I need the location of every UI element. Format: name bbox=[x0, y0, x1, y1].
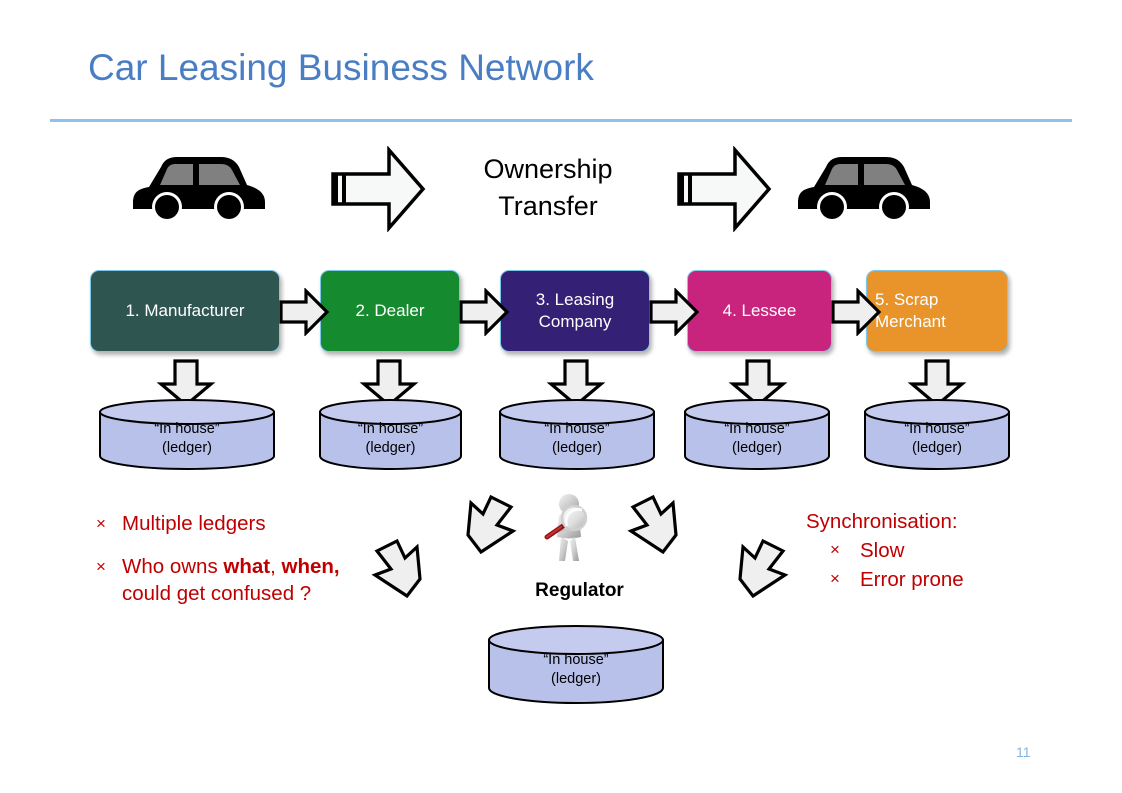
car-icon bbox=[127, 145, 269, 230]
bullet-marker: × bbox=[96, 557, 106, 576]
issue-text-part-bold: what bbox=[223, 555, 271, 578]
sync-heading: Synchronisation: bbox=[806, 510, 958, 533]
chain-arrow-icon bbox=[830, 287, 882, 341]
person-with-magnifier-icon bbox=[537, 493, 597, 565]
regulator-label: Regulator bbox=[535, 580, 624, 601]
title-divider bbox=[50, 119, 1072, 122]
ledger-cylinder bbox=[98, 398, 276, 475]
issue-text-part: , bbox=[270, 555, 282, 578]
ownership-transfer-label: Ownership Transfer bbox=[448, 151, 648, 225]
list-item: × Multiple ledgers bbox=[96, 510, 346, 537]
page-number: 11 bbox=[1016, 744, 1031, 760]
party-label: 1. Manufacturer bbox=[125, 301, 245, 320]
bullet-marker: × bbox=[830, 569, 840, 588]
issue-text-part-bold: when, bbox=[281, 555, 340, 578]
issues-right-list: Synchronisation: × Slow × Error prone bbox=[806, 507, 964, 594]
list-item-text: Error prone bbox=[860, 568, 964, 591]
party-box-dealer[interactable]: 2. Dealer bbox=[320, 270, 460, 352]
party-box-leasing-company[interactable]: 3. Leasing Company bbox=[500, 270, 650, 352]
converging-arrow-icon bbox=[627, 489, 693, 560]
list-item-text: Slow bbox=[860, 539, 905, 562]
chain-arrow-icon bbox=[648, 287, 700, 341]
party-label-line1: 3. Leasing bbox=[535, 290, 615, 309]
party-label-line2: Company bbox=[538, 312, 612, 331]
ownership-transfer-line2: Transfer bbox=[498, 191, 598, 221]
party-label: 2. Dealer bbox=[355, 301, 425, 320]
party-label-line2: Merchant bbox=[875, 312, 946, 331]
list-item: × Who owns what, when, could get confuse… bbox=[96, 553, 346, 607]
ledger-cylinder bbox=[683, 398, 831, 475]
issue-text-part: could get confused ? bbox=[122, 582, 312, 605]
list-item-text: Who owns what, when, could get confused … bbox=[122, 553, 346, 607]
party-box-lessee[interactable]: 4. Lessee bbox=[687, 270, 832, 352]
issue-text-part: Who owns bbox=[122, 555, 224, 578]
chain-arrow-icon bbox=[278, 287, 330, 341]
issues-left-list: × Multiple ledgers × Who owns what, when… bbox=[96, 510, 346, 607]
right-arrow-icon bbox=[673, 145, 773, 237]
ledger-cylinder bbox=[487, 624, 665, 711]
list-item: × Slow bbox=[830, 536, 964, 565]
bullet-marker: × bbox=[830, 540, 840, 559]
ledger-cylinder bbox=[863, 398, 1011, 475]
car-icon bbox=[792, 145, 934, 230]
converging-arrow-icon bbox=[723, 533, 789, 604]
page-title: Car Leasing Business Network bbox=[88, 47, 594, 88]
party-box-manufacturer[interactable]: 1. Manufacturer bbox=[90, 270, 280, 352]
ledger-cylinder bbox=[318, 398, 463, 475]
bullet-marker: × bbox=[96, 514, 106, 533]
party-label: 4. Lessee bbox=[722, 301, 797, 320]
converging-arrow-icon bbox=[371, 533, 437, 604]
list-item-text: Multiple ledgers bbox=[122, 510, 346, 537]
party-label: 3. Leasing Company bbox=[528, 289, 622, 333]
issue-text: Multiple ledgers bbox=[122, 512, 266, 535]
chain-arrow-icon bbox=[458, 287, 510, 341]
converging-arrow-icon bbox=[451, 489, 517, 560]
right-arrow-icon bbox=[327, 145, 427, 237]
party-label-line1: 5. Scrap bbox=[875, 290, 939, 309]
list-item: × Error prone bbox=[830, 565, 964, 594]
party-label: 5. Scrap Merchant bbox=[867, 289, 1007, 333]
party-box-scrap-merchant[interactable]: 5. Scrap Merchant bbox=[866, 270, 1008, 352]
ownership-transfer-line1: Ownership bbox=[483, 154, 613, 184]
slide-canvas: Car Leasing Business Network Ownership T… bbox=[0, 0, 1122, 793]
ledger-cylinder bbox=[498, 398, 656, 475]
